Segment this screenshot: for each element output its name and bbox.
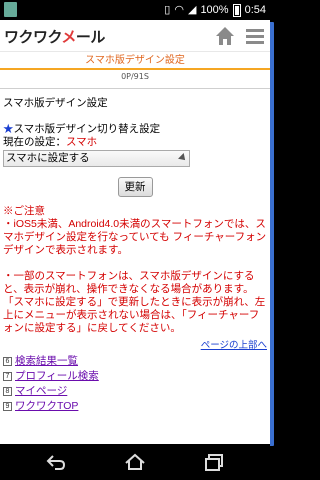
menu-icon[interactable] — [243, 24, 267, 48]
notice-paragraph-1: ・iOS5未満、Android4.0未満のスマートフォンでは、スマホデザイン設定… — [3, 218, 267, 256]
message-notification-icon — [4, 2, 17, 17]
browser-content: ワクワクメール スマホ版デザイン設定 0P/91S スマホ版デザイン設定 ★スマ… — [0, 20, 270, 444]
update-button[interactable]: 更新 — [117, 177, 153, 197]
current-setting: 現在の設定：スマホ — [3, 136, 267, 149]
link-mypage[interactable]: マイページ — [15, 385, 67, 398]
link-item: 9 ワクワクTOP — [3, 399, 267, 414]
notice-heading: ※ご注意 — [3, 205, 45, 217]
battery-percent: 100% — [200, 4, 229, 16]
page-title: スマホ版デザイン設定 — [0, 52, 270, 70]
number-key-icon: 7 — [3, 372, 12, 381]
link-wakuwaku-top[interactable]: ワクワクTOP — [15, 400, 78, 413]
main-content: スマホ版デザイン設定 ★スマホ版デザイン切り替え設定 現在の設定：スマホ スマホ… — [0, 97, 270, 414]
number-key-icon: 8 — [3, 387, 12, 396]
current-label: 現在の設定： — [3, 136, 66, 148]
notification-icons — [4, 2, 274, 446]
navigation-bar — [0, 444, 270, 480]
signal-icon: ◢ — [187, 4, 197, 16]
page-number: 0P/91S — [121, 72, 149, 81]
link-item: 8 マイページ — [3, 384, 267, 399]
chevron-down-icon — [178, 153, 188, 163]
vibrate-icon: ▯ — [164, 4, 171, 16]
switch-label-text: スマホ版デザイン切り替え設定 — [13, 123, 161, 135]
select-value: スマホに設定する — [6, 152, 90, 164]
recent-apps-icon[interactable] — [203, 452, 225, 472]
site-header: ワクワクメール — [0, 20, 270, 52]
design-select[interactable]: スマホに設定する — [3, 150, 190, 167]
wifi-icon: ◠ — [174, 4, 184, 16]
status-bar: ▯ ◠ ◢ 100% 0:54 — [0, 0, 274, 446]
home-icon[interactable] — [213, 24, 237, 48]
number-key-icon: 6 — [3, 357, 12, 366]
page-top-link[interactable]: ページの上部へ — [3, 339, 267, 352]
link-item: 6 検索結果一覧 — [3, 354, 267, 369]
home-button-icon[interactable] — [124, 452, 146, 472]
link-search-results[interactable]: 検索結果一覧 — [15, 355, 78, 368]
footer-links: 6 検索結果一覧 7 プロフィール検索 8 マイページ 9 ワクワクTOP — [3, 354, 267, 414]
notice-block: ※ご注意 ・iOS5未満、Android4.0未満のスマートフォンでは、スマホデ… — [3, 205, 267, 335]
back-icon[interactable] — [45, 452, 67, 472]
divider — [0, 88, 270, 89]
section-title: スマホ版デザイン設定 — [3, 97, 108, 109]
logo-text-1: ワクワク — [4, 29, 62, 46]
link-item: 7 プロフィール検索 — [3, 369, 267, 384]
logo-text-m: メ — [61, 29, 76, 46]
current-value: スマホ — [66, 136, 98, 148]
clock: 0:54 — [244, 4, 266, 16]
notice-paragraph-2: ・一部のスマートフォンは、スマホ版デザインにすると、表示が崩れ、操作できなくなる… — [3, 270, 266, 334]
number-key-icon: 9 — [3, 402, 12, 411]
switch-setting-label: ★スマホ版デザイン切り替え設定 — [3, 123, 267, 136]
star-icon: ★ — [3, 123, 14, 135]
site-logo[interactable]: ワクワクメール — [4, 26, 105, 47]
logo-text-2: ール — [75, 29, 106, 46]
battery-icon — [232, 3, 241, 17]
link-profile-search[interactable]: プロフィール検索 — [15, 370, 99, 383]
